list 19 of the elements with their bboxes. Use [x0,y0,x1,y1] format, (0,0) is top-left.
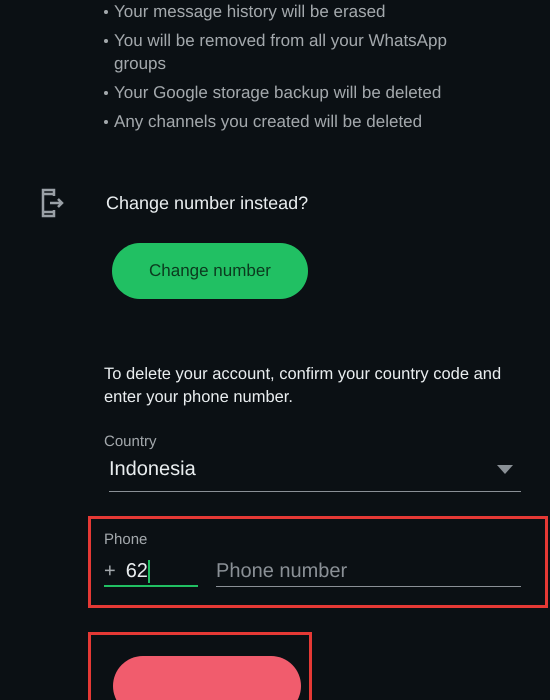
bullet-icon [104,10,108,14]
country-select[interactable]: Indonesia [109,458,521,492]
phone-number-field[interactable]: Phone number [216,560,521,587]
bullet-icon [104,120,108,124]
consequence-text: Your Google storage backup will be deleted [114,82,442,104]
delete-account-button[interactable] [113,656,301,700]
consequence-text: Any channels you created will be deleted [114,111,422,133]
consequence-text: You will be removed from all your WhatsApp groups [114,30,448,75]
dropdown-caret-icon [497,465,513,474]
country-code-field[interactable]: + 62 [104,560,198,587]
section-heading: Change number instead? [106,192,308,214]
bullet-icon [104,91,108,95]
bullet-icon [104,39,108,43]
phone-label: Phone [104,531,148,548]
phone-exit-icon [40,187,64,219]
change-number-button[interactable]: Change number [112,243,308,299]
consequence-text: Your message history will be erased [114,1,386,23]
country-label: Country [104,433,158,450]
instruction-text: To delete your account, confirm your country code and enter your phone number. [104,364,502,408]
